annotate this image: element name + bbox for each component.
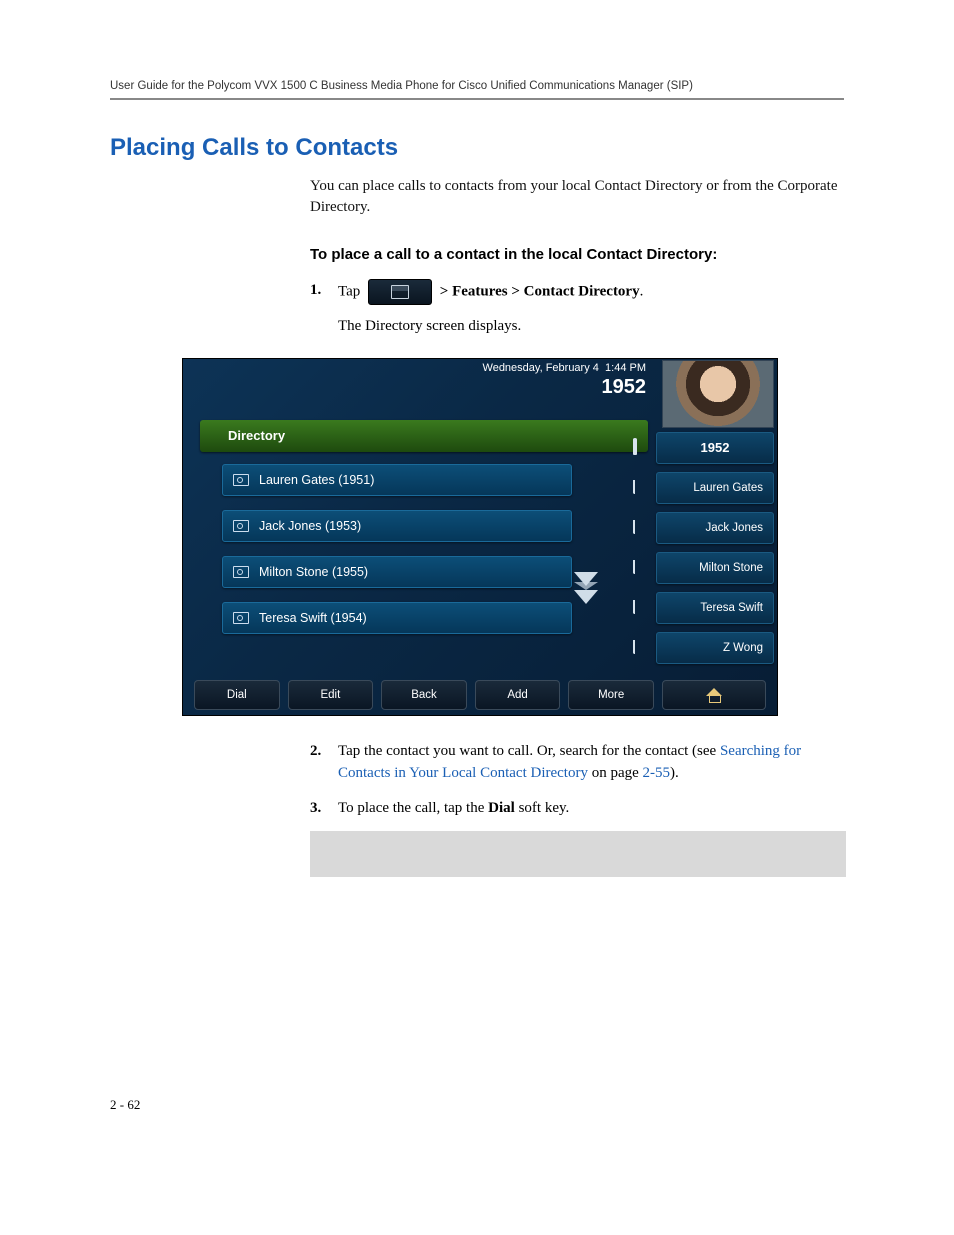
phone-icon <box>633 640 653 656</box>
scroll-arrows[interactable] <box>574 568 598 608</box>
line-key-label: 1952 <box>701 440 730 455</box>
line-key-label: Jack Jones <box>705 522 763 534</box>
step-2: Tap the contact you want to call. Or, se… <box>310 740 844 785</box>
line-key[interactable]: Milton Stone <box>656 552 774 584</box>
line-key-sidebar: 1952 Lauren Gates Jack Jones Milton Ston… <box>656 432 774 672</box>
line-key[interactable]: Lauren Gates <box>656 472 774 504</box>
note-placeholder <box>310 831 846 877</box>
softkey-back[interactable]: Back <box>381 680 467 710</box>
step-3-bold: Dial <box>488 800 515 816</box>
line-key-label: Teresa Swift <box>700 602 763 614</box>
phone-icon <box>633 520 653 536</box>
status-bar: Wednesday, February 4 1:44 PM 1952 <box>483 362 646 399</box>
softkey-bar: Dial Edit Back Add More <box>194 680 654 710</box>
contact-card-icon <box>233 520 249 532</box>
line-key[interactable]: Teresa Swift <box>656 592 774 624</box>
step-3-text-a: To place the call, tap the <box>338 800 488 816</box>
softkey-dial[interactable]: Dial <box>194 680 280 710</box>
contact-label: Teresa Swift (1954) <box>259 611 367 625</box>
phone-icon <box>633 560 653 576</box>
contact-label: Lauren Gates (1951) <box>259 473 374 487</box>
directory-header: Directory <box>200 420 648 452</box>
section-title: Placing Calls to Contacts <box>110 134 844 162</box>
step-1-path: > Features > Contact Directory <box>440 283 640 299</box>
step-1: Tap > Features > Contact Directory. The … <box>310 279 844 338</box>
handset-icon <box>633 440 653 456</box>
list-item[interactable]: Jack Jones (1953) <box>222 510 572 542</box>
avatar <box>662 360 774 428</box>
line-key-label: Z Wong <box>723 642 763 654</box>
step-2-text-c: ). <box>670 765 679 781</box>
step-3: To place the call, tap the Dial soft key… <box>310 797 844 820</box>
softkey-add[interactable]: Add <box>475 680 561 710</box>
contact-card-icon <box>233 566 249 578</box>
line-key[interactable]: Jack Jones <box>656 512 774 544</box>
line-key-label: Milton Stone <box>699 562 763 574</box>
line-key-label: Lauren Gates <box>693 482 763 494</box>
status-time: 1:44 PM <box>605 362 646 374</box>
home-button[interactable] <box>662 680 766 710</box>
step-2-text-b: on page <box>588 765 643 781</box>
step-1-result: The Directory screen displays. <box>338 315 844 338</box>
menu-icon <box>368 279 432 305</box>
scroll-page-down-icon <box>574 590 598 604</box>
step-2-pageref[interactable]: 2-55 <box>643 765 671 781</box>
contact-card-icon <box>233 474 249 486</box>
phone-icon <box>633 600 653 616</box>
page-number: 2 - 62 <box>110 1097 844 1113</box>
step-1-end: . <box>640 283 644 299</box>
directory-screenshot: Wednesday, February 4 1:44 PM 1952 Direc… <box>182 358 778 716</box>
list-item[interactable]: Lauren Gates (1951) <box>222 464 572 496</box>
status-date: Wednesday, February 4 <box>483 362 599 374</box>
softkey-more[interactable]: More <box>568 680 654 710</box>
softkey-edit[interactable]: Edit <box>288 680 374 710</box>
contact-label: Milton Stone (1955) <box>259 565 368 579</box>
line-key-extension[interactable]: 1952 <box>656 432 774 464</box>
contact-label: Jack Jones (1953) <box>259 519 361 533</box>
step-3-text-b: soft key. <box>515 800 569 816</box>
contact-list: Lauren Gates (1951) Jack Jones (1953) Mi… <box>222 464 572 648</box>
procedure-heading: To place a call to a contact in the loca… <box>310 246 844 263</box>
page-header: User Guide for the Polycom VVX 1500 C Bu… <box>110 80 844 100</box>
home-icon <box>706 688 722 702</box>
list-item[interactable]: Milton Stone (1955) <box>222 556 572 588</box>
status-extension: 1952 <box>483 376 646 399</box>
step-2-text-a: Tap the contact you want to call. Or, se… <box>338 743 720 759</box>
intro-paragraph: You can place calls to contacts from you… <box>310 176 844 218</box>
contact-card-icon <box>233 612 249 624</box>
phone-icon <box>633 480 653 496</box>
step-1-prefix: Tap <box>338 283 360 299</box>
line-key[interactable]: Z Wong <box>656 632 774 664</box>
list-item[interactable]: Teresa Swift (1954) <box>222 602 572 634</box>
